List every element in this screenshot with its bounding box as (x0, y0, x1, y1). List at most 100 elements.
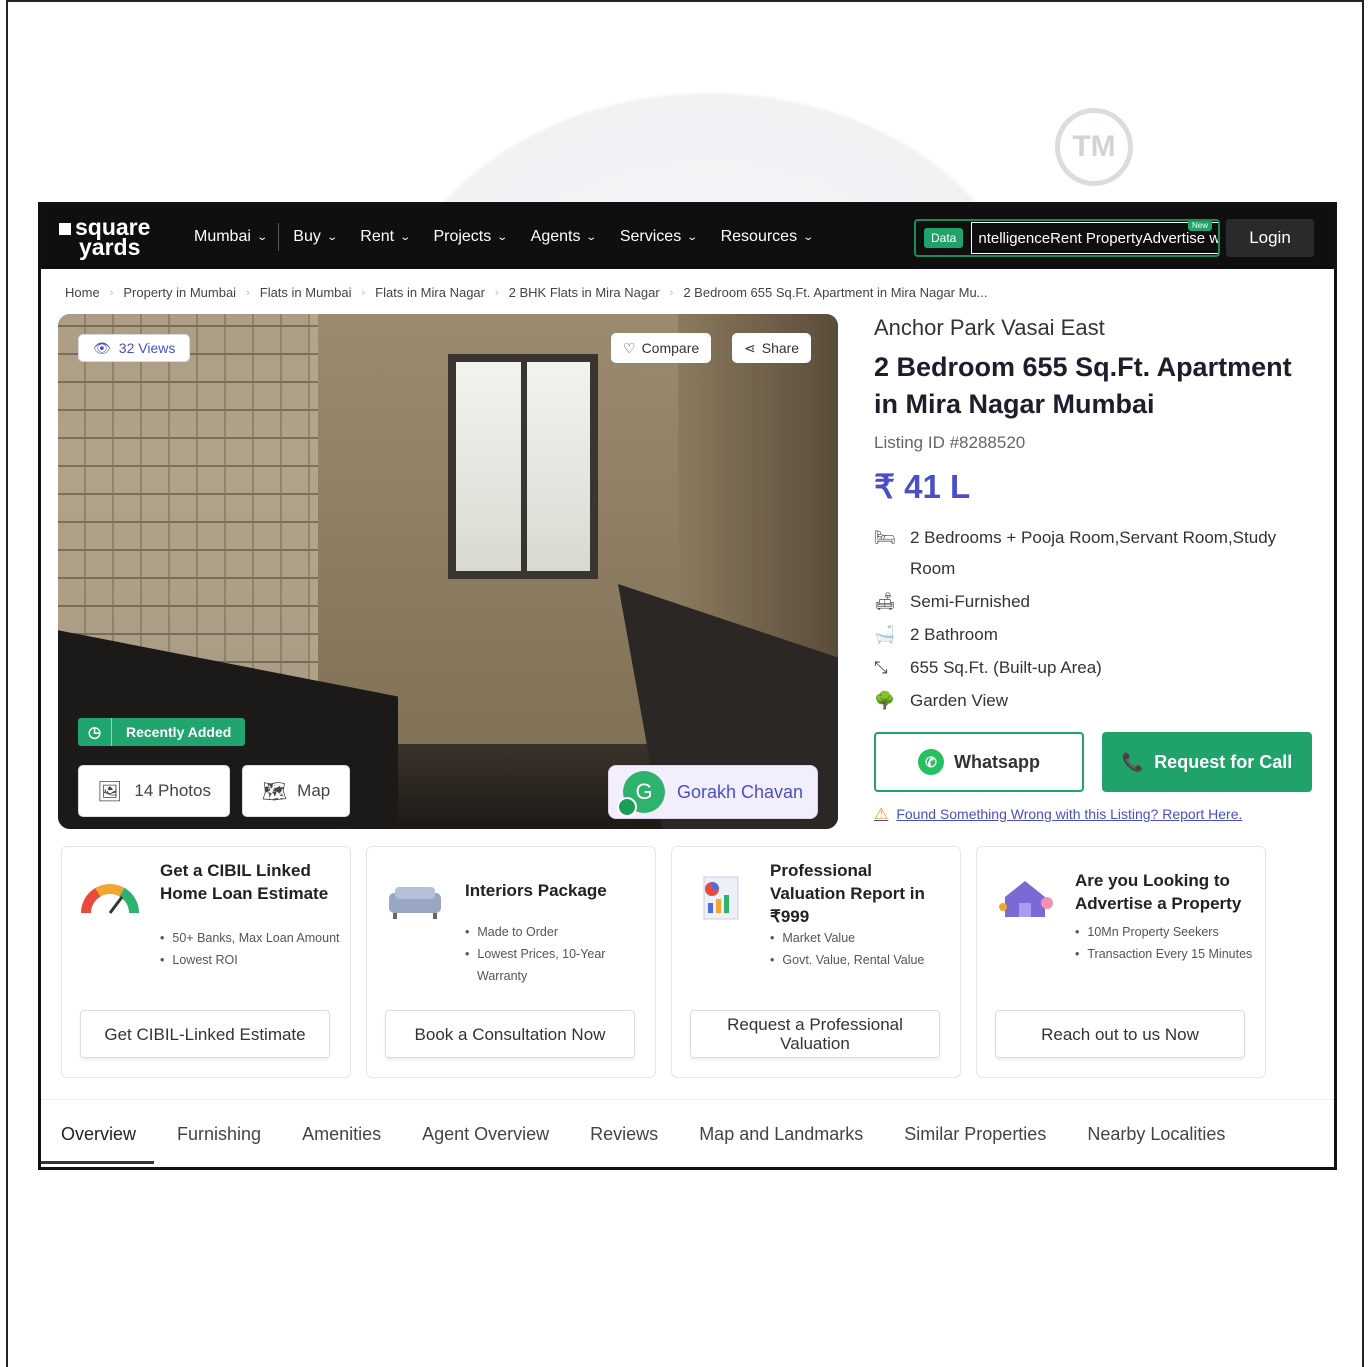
list-item: Lowest ROI (160, 949, 340, 971)
chevron-down-icon: ⌄ (256, 231, 268, 243)
heart-icon: ♡ (623, 339, 636, 356)
garden-icon: 🌳 (874, 691, 896, 710)
breadcrumb-2bhk-mira-nagar[interactable]: 2 BHK Flats in Mira Nagar (509, 285, 660, 300)
section-tabs: Overview Furnishing Amenities Agent Over… (41, 1099, 1334, 1168)
request-valuation-button[interactable]: Request a Professional Valuation (690, 1010, 940, 1058)
chevron-down-icon: ⌄ (399, 231, 412, 243)
share-button[interactable]: ⋖ Share (732, 333, 812, 363)
card-title: Professional Valuation Report in ₹999 (770, 861, 925, 926)
list-item: Market Value (770, 927, 950, 949)
tab-agent-overview[interactable]: Agent Overview (422, 1100, 549, 1168)
agent-name: Gorakh Chavan (677, 781, 804, 802)
book-consultation-button[interactable]: Book a Consultation Now (385, 1010, 635, 1058)
list-item: Govt. Value, Rental Value (770, 949, 950, 971)
listing-info: Anchor Park Vasai East 2 Bedroom 655 Sq.… (874, 315, 1314, 824)
sofa-icon: 🛋 (874, 592, 896, 611)
chevron-right-icon: › (246, 286, 250, 299)
reach-out-button[interactable]: Reach out to us Now (995, 1010, 1245, 1058)
sofa-illustration-icon (385, 873, 445, 923)
list-item: 50+ Banks, Max Loan Amount (160, 927, 340, 949)
nav-item-rent[interactable]: Rent ⌄ (360, 228, 412, 246)
report-link[interactable]: ⚠ Found Something Wrong with this Listing… (874, 804, 1314, 824)
photos-button[interactable]: 🖼 14 Photos (78, 765, 230, 817)
nav-item-resources[interactable]: Resources ⌄ (721, 228, 815, 246)
whatsapp-button[interactable]: ✆ Whatsapp (874, 732, 1084, 792)
warning-icon: ⚠ (874, 806, 889, 823)
tab-similar-properties[interactable]: Similar Properties (904, 1100, 1046, 1168)
chevron-down-icon: ⌄ (802, 231, 815, 243)
list-item: Transaction Every 15 Minutes (1075, 943, 1255, 965)
list-item: Made to Order (465, 921, 645, 943)
breadcrumb-flats-mira-nagar[interactable]: Flats in Mira Nagar (375, 285, 485, 300)
feature-bedrooms: 🛏 2 Bedrooms + Pooja Room,Servant Room,St… (874, 522, 1314, 584)
tab-map-landmarks[interactable]: Map and Landmarks (699, 1100, 863, 1168)
property-photo[interactable]: 👁 32 Views ♡ Compare ⋖ Share ◷ Recently Adde… (58, 314, 838, 829)
chevron-down-icon: ⌄ (585, 231, 598, 243)
feature-list: 🛏 2 Bedrooms + Pooja Room,Servant Room,St… (874, 522, 1314, 716)
breadcrumb-property-mumbai[interactable]: Property in Mumbai (123, 285, 236, 300)
breadcrumb-home[interactable]: Home (65, 285, 100, 300)
card-title: Interiors Package (465, 881, 607, 900)
chevron-right-icon: › (669, 286, 674, 299)
kitchen-window (448, 354, 598, 579)
report-chart-icon (690, 873, 750, 923)
trademark-mark: TM (1055, 108, 1133, 186)
views-badge: 👁 32 Views (78, 334, 191, 362)
feature-view: 🌳 Garden View (874, 685, 1314, 716)
page-title: 2 Bedroom 655 Sq.Ft. Apartment in Mira N… (874, 352, 1292, 419)
whatsapp-icon: ✆ (917, 749, 944, 775)
breadcrumb-flats-mumbai[interactable]: Flats in Mumbai (260, 285, 352, 300)
card-title: Get a CIBIL Linked Home Loan Estimate (160, 861, 329, 903)
tab-overview[interactable]: Overview (41, 1100, 155, 1168)
chevron-down-icon: ⌄ (326, 231, 338, 243)
request-call-button[interactable]: 📞 Request for Call (1102, 732, 1312, 792)
nav-item-services[interactable]: Services ⌄ (620, 228, 699, 246)
chevron-right-icon: › (494, 286, 499, 299)
intel-links[interactable]: ntelligenceRent PropertyAdvertise with u… (971, 222, 1218, 254)
card-valuation: Professional Valuation Report in ₹999 Ma… (671, 846, 961, 1078)
login-button[interactable]: Login (1226, 219, 1314, 257)
nav-item-agents[interactable]: Agents ⌄ (531, 228, 598, 246)
tab-furnishing[interactable]: Furnishing (177, 1100, 261, 1168)
tab-reviews[interactable]: Reviews (590, 1100, 658, 1168)
browser-screenshot: square yards Mumbai ⌄ Buy ⌄ Rent ⌄ Projects… (38, 202, 1337, 1170)
chevron-down-icon: ⌄ (496, 231, 509, 243)
project-name[interactable]: Anchor Park Vasai East (874, 315, 1314, 341)
chevron-right-icon: › (361, 286, 366, 299)
bed-icon: 🛏 (874, 528, 896, 547)
listing-id: Listing ID #8288520 (874, 433, 1026, 452)
agent-contact-button[interactable]: G Gorakh Chavan (608, 765, 818, 819)
nav-item-projects[interactable]: Projects ⌄ (433, 228, 509, 246)
feature-area: ⤡ 655 Sq.Ft. (Built-up Area) (874, 652, 1314, 683)
gallery-icon: 🖼 (97, 780, 123, 803)
phone-icon: 📞 (1121, 751, 1145, 772)
tab-amenities[interactable]: Amenities (302, 1100, 381, 1168)
feature-furnishing: 🛋 Semi-Furnished (874, 586, 1314, 617)
card-bullets: Market Value Govt. Value, Rental Value (770, 927, 950, 971)
tab-nearby-localities[interactable]: Nearby Localities (1087, 1100, 1225, 1168)
map-icon: 🗺 (261, 780, 288, 803)
cibil-estimate-button[interactable]: Get CIBIL-Linked Estimate (80, 1010, 330, 1058)
avatar: G (617, 771, 665, 817)
eye-icon: 👁 (93, 339, 111, 356)
card-title: Are you Looking to Advertise a Property (1075, 871, 1242, 913)
list-item: Lowest Prices, 10-Year Warranty (465, 943, 645, 987)
nav-menu: Mumbai ⌄ Buy ⌄ Rent ⌄ Projects ⌄ Agents ⌄ Ser… (194, 223, 836, 251)
recently-added-badge: ◷ Recently Added (78, 718, 246, 746)
logo[interactable]: square yards (59, 216, 169, 259)
card-bullets: 50+ Banks, Max Loan Amount Lowest ROI (160, 927, 340, 971)
data-intelligence-bar[interactable]: Data ntelligenceRent PropertyAdvertise w… (914, 219, 1220, 257)
nav-item-mumbai[interactable]: Mumbai ⌄ (194, 228, 268, 246)
clock-icon: ◷ (78, 718, 112, 746)
new-badge: New (1187, 221, 1212, 231)
feature-bathrooms: 🛁 2 Bathroom (874, 619, 1314, 650)
top-nav: square yards Mumbai ⌄ Buy ⌄ Rent ⌄ Projects… (41, 205, 1334, 269)
chevron-down-icon: ⌄ (686, 231, 699, 243)
nav-item-buy[interactable]: Buy ⌄ (293, 228, 338, 246)
map-button[interactable]: 🗺 Map (242, 765, 350, 817)
compare-button[interactable]: ♡ Compare (611, 333, 712, 363)
price: ₹ 41 L (874, 468, 971, 505)
card-advertise: Are you Looking to Advertise a Property … (976, 846, 1266, 1078)
card-home-loan: Get a CIBIL Linked Home Loan Estimate 50… (61, 846, 351, 1078)
bathtub-icon: 🛁 (874, 625, 896, 644)
